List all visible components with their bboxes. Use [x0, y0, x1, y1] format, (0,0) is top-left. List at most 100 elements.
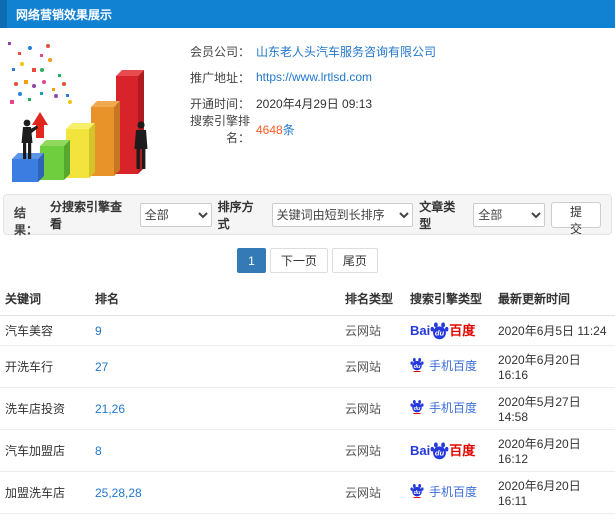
up-arrow-decor — [32, 112, 48, 138]
baidu-paw-icon: du — [410, 483, 425, 500]
account-info: 会员公司： 山东老人头汽车服务咨询有限公司 推广地址： https://www.… — [168, 34, 436, 194]
info-row-open-time: 开通时间： 2020年4月29日 09:13 — [168, 94, 436, 112]
svg-text:du: du — [435, 449, 445, 458]
engine-filter-label: 分搜索引擎查看 — [49, 199, 122, 231]
keyword-cell: 汽车美容 — [0, 315, 90, 346]
sort-filter-select[interactable]: 关键词由短到长排序 — [271, 202, 414, 227]
engine-filter-select[interactable]: 全部 — [139, 202, 212, 227]
svg-text:du: du — [414, 489, 421, 495]
rank-type-cell: 云网站 — [340, 345, 405, 388]
rank-link[interactable]: 27 — [95, 360, 108, 374]
baidu-paw-icon: du — [410, 399, 425, 416]
next-page-button[interactable]: 下一页 — [269, 248, 328, 273]
update-time-cell: 2020年6月5日 11:24 — [493, 315, 615, 346]
table-row: 汽车加盟店 8 云网站 Bai du 百度 2020年6月20日 16:12 — [0, 429, 615, 472]
engine-cell: du手机百度 — [405, 387, 493, 430]
baidu-logo: Bai du 百度 — [410, 441, 476, 460]
table-header-row: 关键词 排名 排名类型 搜索引擎类型 最新更新时间 — [0, 283, 615, 316]
svg-text:du: du — [414, 363, 421, 369]
results-table: 关键词 排名 排名类型 搜索引擎类型 最新更新时间 汽车美容 9 云网站 Bai du 百度 202… — [0, 283, 615, 520]
pagination: 1 下一页 尾页 — [0, 248, 615, 273]
rank-cell: 30 — [90, 513, 340, 520]
filter-bar: 结果： 分搜索引擎查看 全部 排序方式 关键词由短到长排序 文章类型 全部 提交 — [3, 194, 612, 237]
update-time-cell: 2020年6月20日 16:12 — [493, 429, 615, 472]
table-row: 开洗车行 27 云网站 du 手机百度 2020年6月20日 16:16 — [0, 345, 615, 388]
rank-count-number: 4648 — [256, 122, 283, 137]
rank-cell: 8 — [90, 429, 340, 472]
promo-url-link[interactable]: https://www.lrtlsd.com — [256, 70, 372, 84]
rank-cell: 9 — [90, 315, 340, 346]
rank-cell: 25,28,28 — [90, 471, 340, 514]
column-header: 关键词 — [0, 283, 90, 316]
company-label: 会员公司： — [189, 44, 250, 59]
column-header: 排名 — [90, 283, 340, 316]
rank-type-cell: 云网站 — [340, 315, 405, 346]
update-time-cell: 2020年5月27日 14:58 — [493, 387, 615, 430]
rank-type-cell: 云网站 — [340, 387, 405, 430]
confetti-decor — [8, 42, 72, 104]
engine-cell: Bai du 百度 — [405, 315, 493, 346]
rank-count-label: 搜索引擎排名： — [189, 114, 250, 145]
rank-link[interactable]: 9 — [95, 324, 102, 338]
info-row-company: 会员公司： 山东老人头汽车服务咨询有限公司 — [168, 42, 436, 60]
svg-text:du: du — [414, 405, 421, 411]
rank-type-cell: 云网站 — [340, 513, 405, 520]
result-label: 结果： — [14, 206, 39, 237]
rank-type-cell: 云网站 — [340, 471, 405, 514]
rank-link[interactable]: 8 — [95, 444, 102, 458]
rank-link[interactable]: 25,28,28 — [95, 486, 142, 500]
keyword-cell: 汽车加盟店 — [0, 429, 90, 472]
bar-chart-illustration — [0, 34, 168, 192]
table-row: 洗车店投资 21,26 云网站 du 手机百度 2020年5月27日 14:58 — [0, 387, 615, 430]
page-button-current[interactable]: 1 — [237, 248, 266, 273]
article-type-label: 文章类型 — [419, 199, 456, 231]
update-time-cell: 2020年6月20日 16:11 — [493, 471, 615, 514]
table-row: 加盟洗车店 25,28,28 云网站 du 手机百度 2020年6月20日 16:11 — [0, 471, 615, 514]
update-time-cell: 2020年6月20日 16:16 — [493, 345, 615, 388]
sort-filter-label: 排序方式 — [217, 199, 254, 231]
bar-green — [40, 140, 70, 180]
rank-count-unit: 条 — [282, 122, 295, 137]
rank-cell: 21,26 — [90, 387, 340, 430]
svg-text:du: du — [435, 329, 445, 338]
table-row: 汽车美容 9 云网站 Bai du 百度 2020年6月5日 11:24 — [0, 315, 615, 346]
mobile-baidu-logo: du 手机百度 — [410, 357, 477, 374]
info-row-url: 推广地址： https://www.lrtlsd.com — [168, 68, 436, 86]
baidu-paw-icon: du — [430, 441, 449, 460]
mobile-baidu-logo: du 手机百度 — [410, 399, 477, 416]
update-time-cell: 2020年6月20日 16:12 — [493, 513, 615, 520]
keyword-cell: 开洗车行 — [0, 345, 90, 388]
baidu-logo: Bai du 百度 — [410, 321, 476, 340]
app-header: 网络营销效果展示 — [0, 0, 615, 28]
table-row: 洗车赚钱吗30云网站du手机百度2020年6月20日 16:12 — [0, 513, 615, 520]
keyword-cell: 洗车赚钱吗 — [0, 513, 90, 520]
submit-button[interactable]: 提交 — [551, 201, 602, 236]
article-type-select[interactable]: 全部 — [473, 202, 546, 227]
engine-cell: Bai du 百度 — [405, 429, 493, 472]
company-link[interactable]: 山东老人头汽车服务咨询有限公司 — [256, 45, 436, 59]
bar-orange — [91, 101, 120, 176]
open-time-label: 开通时间： — [189, 96, 250, 111]
keyword-cell: 加盟洗车店 — [0, 471, 90, 514]
baidu-paw-icon: du — [430, 321, 449, 340]
promo-url-label: 推广地址： — [189, 70, 250, 85]
rank-link[interactable]: 21,26 — [95, 402, 125, 416]
rank-cell: 27 — [90, 345, 340, 388]
table-body: 汽车美容 9 云网站 Bai du 百度 2020年6月5日 11:24 开洗车行 27 云网站 d… — [0, 315, 615, 520]
last-page-button[interactable]: 尾页 — [331, 248, 378, 273]
header-accent — [0, 0, 7, 28]
engine-cell: du手机百度 — [405, 345, 493, 388]
keyword-cell: 洗车店投资 — [0, 387, 90, 430]
column-header: 搜索引擎类型 — [405, 283, 493, 316]
mobile-baidu-logo: du 手机百度 — [410, 483, 477, 500]
engine-cell: du手机百度 — [405, 471, 493, 514]
engine-cell: du手机百度 — [405, 513, 493, 520]
bar-yellow — [66, 123, 95, 178]
column-header: 排名类型 — [340, 283, 405, 316]
info-row-rank-count: 搜索引擎排名： 4648条 — [168, 114, 436, 145]
page-title: 网络营销效果展示 — [16, 7, 113, 22]
summary-section: 会员公司： 山东老人头汽车服务咨询有限公司 推广地址： https://www.… — [0, 28, 615, 194]
baidu-paw-icon: du — [410, 357, 425, 374]
rank-type-cell: 云网站 — [340, 429, 405, 472]
column-header: 最新更新时间 — [493, 283, 615, 316]
